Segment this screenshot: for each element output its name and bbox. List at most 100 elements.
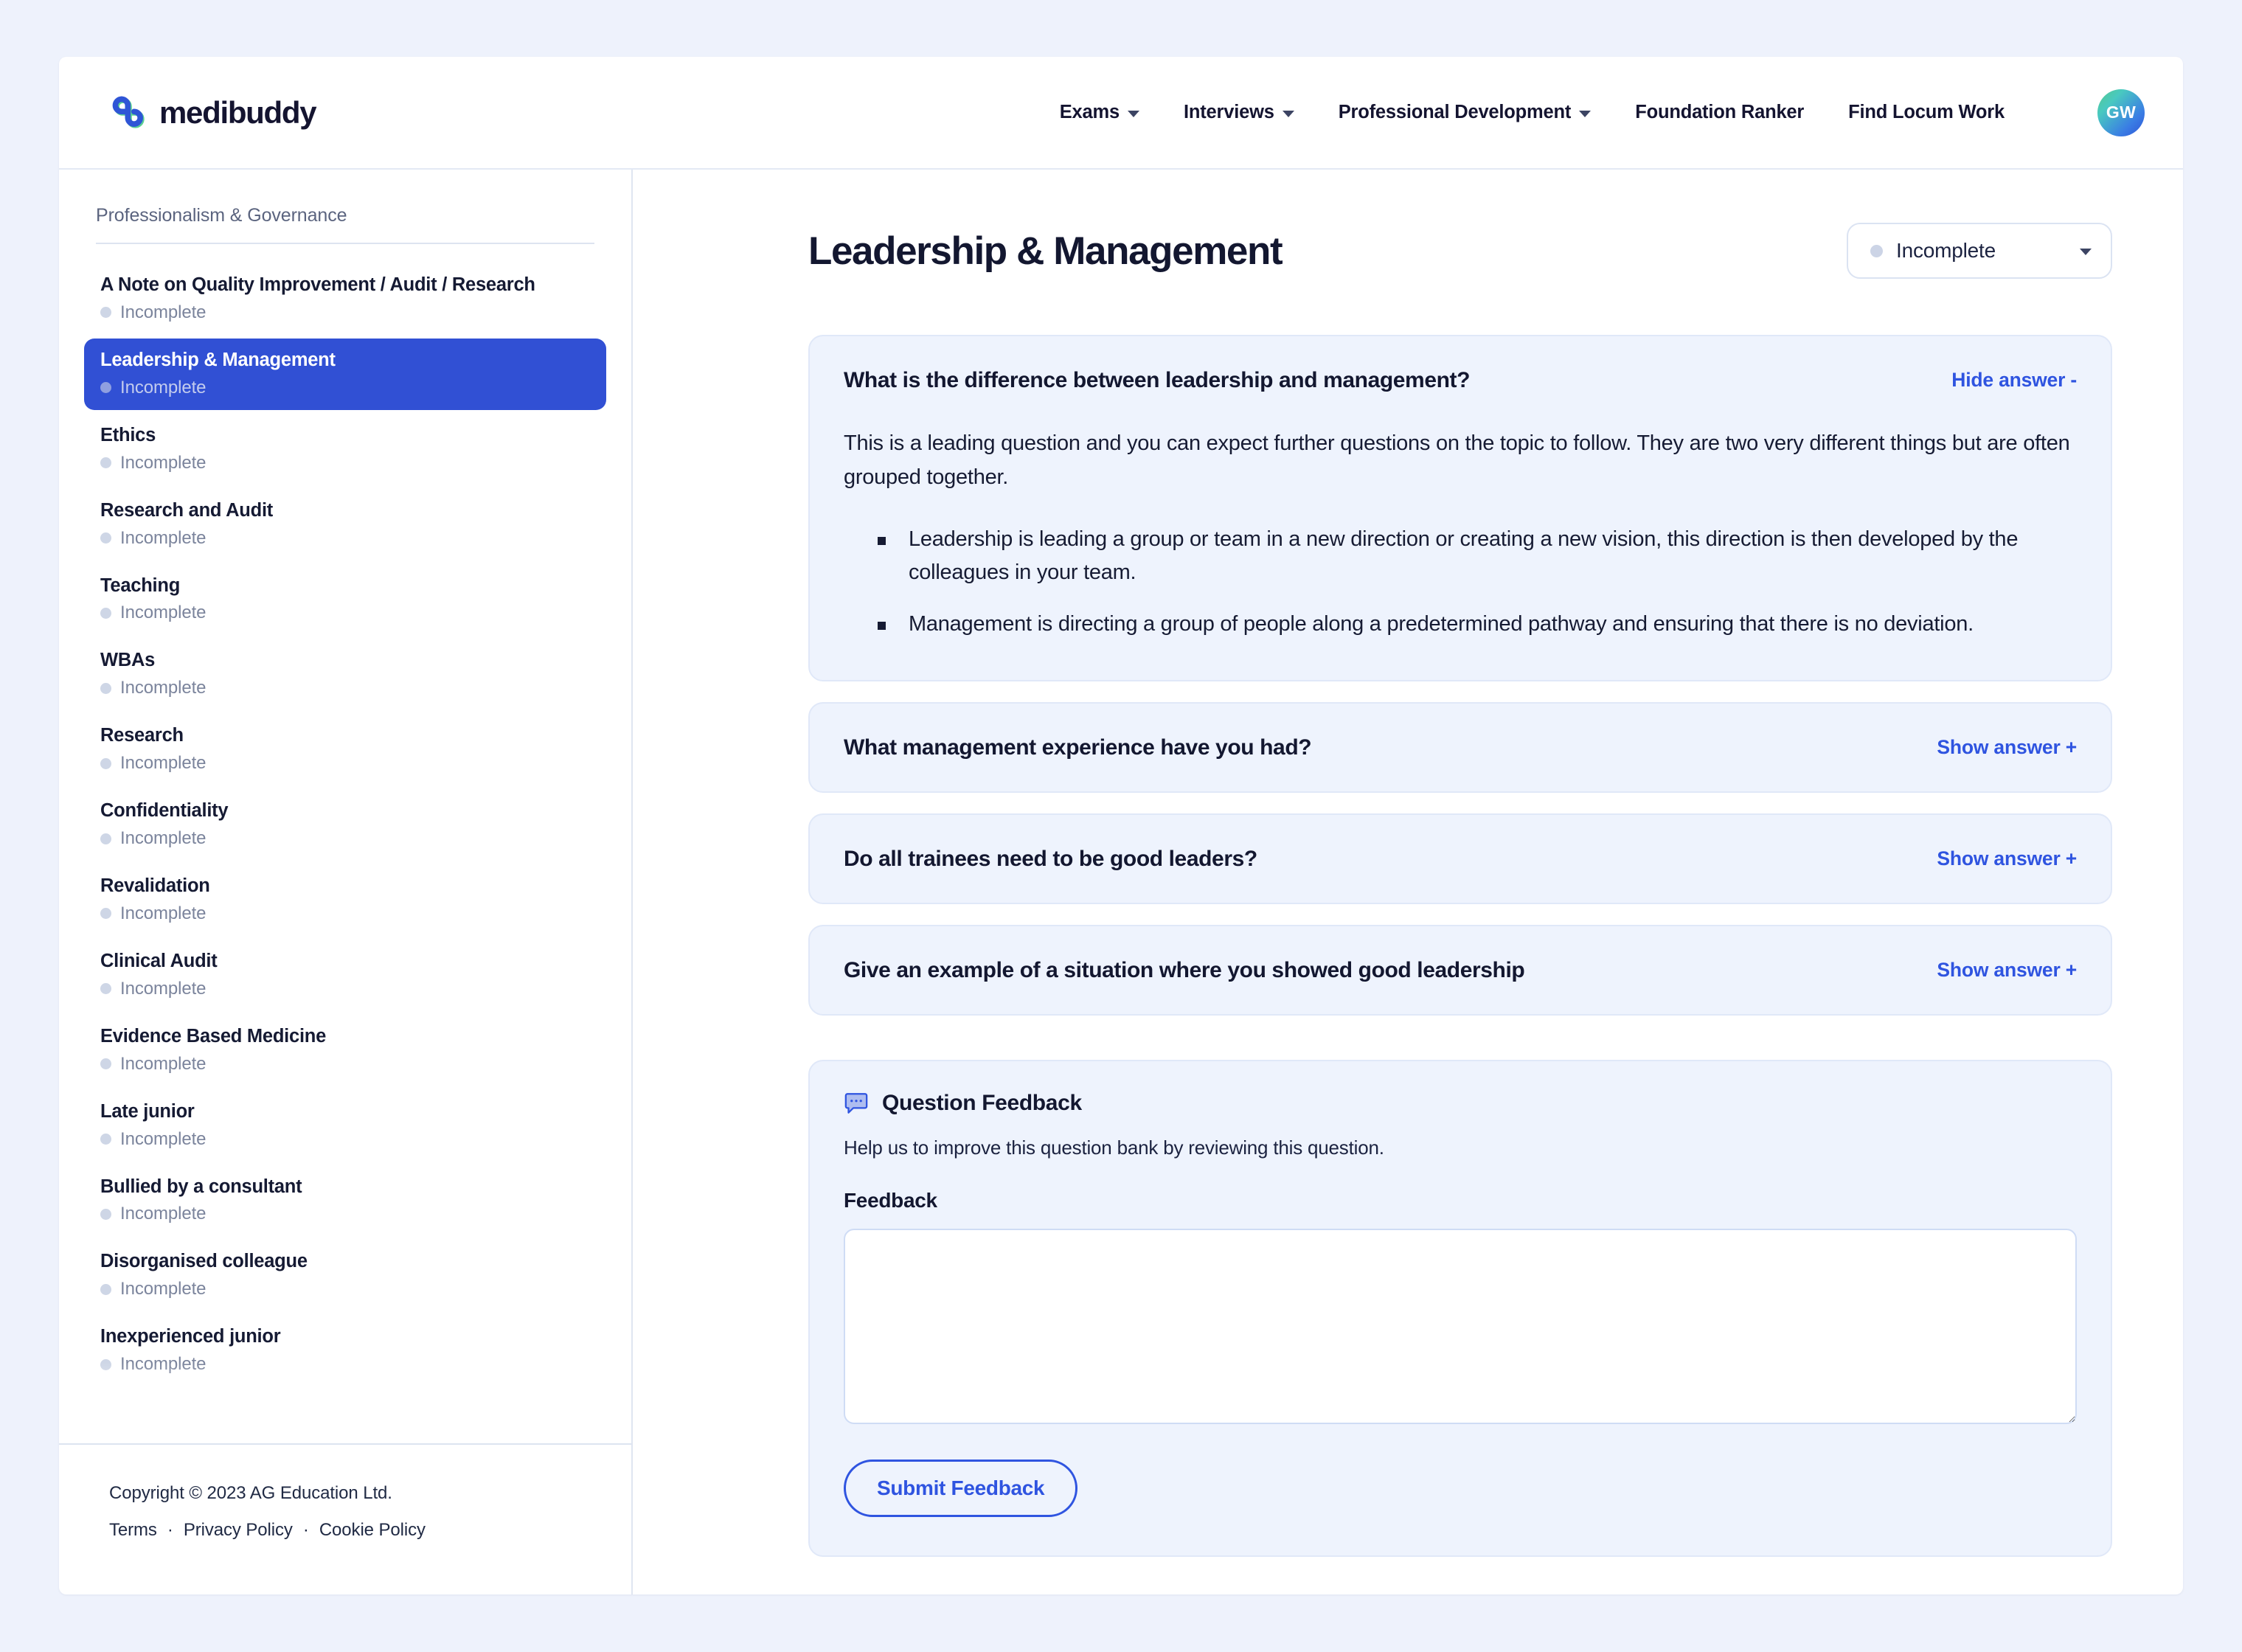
status-dot-icon — [100, 908, 111, 920]
chevron-down-icon — [2080, 249, 2092, 255]
sidebar-item-status: Incomplete — [100, 1129, 590, 1150]
sidebar-item-evidence-based-medicine[interactable]: Evidence Based Medicine Incomplete — [84, 1015, 606, 1086]
nav-label-exams: Exams — [1059, 102, 1120, 122]
sidebar-item-teaching[interactable]: Teaching Incomplete — [84, 564, 606, 636]
answer-bullet-list: Leadership is leading a group or team in… — [844, 523, 2077, 642]
legal-links: Terms · Privacy Policy · Cookie Policy — [109, 1520, 631, 1541]
nav-item-exams[interactable]: Exams — [1060, 102, 1139, 123]
sidebar-item-status: Incomplete — [100, 453, 590, 473]
sidebar-item-leadership-management[interactable]: Leadership & Management Incomplete — [84, 338, 606, 410]
brand-logo[interactable]: medibuddy — [109, 93, 317, 133]
sidebar-item-status-label: Incomplete — [120, 828, 206, 848]
status-dot-icon — [100, 1058, 111, 1070]
answer-paragraph: This is a leading question and you can e… — [844, 431, 2070, 489]
question-card: Give an example of a situation where you… — [808, 925, 2112, 1016]
sidebar-item-label: Late junior — [100, 1100, 195, 1122]
chevron-down-icon — [1579, 110, 1592, 117]
sidebar-item-inexperienced-junior[interactable]: Inexperienced junior Incomplete — [84, 1315, 606, 1386]
sidebar-item-status-label: Incomplete — [120, 753, 206, 774]
avatar[interactable]: GW — [2097, 88, 2145, 136]
sidebar-item-label: Revalidation — [100, 875, 210, 896]
link-cookie-policy[interactable]: Cookie Policy — [319, 1520, 426, 1541]
sidebar-item-label: Evidence Based Medicine — [100, 1025, 327, 1047]
nav-item-find-locum-work[interactable]: Find Locum Work — [1848, 102, 2005, 123]
sidebar-item-label: Clinical Audit — [100, 950, 218, 971]
sidebar-item-status: Incomplete — [100, 678, 590, 698]
submit-feedback-button[interactable]: Submit Feedback — [844, 1460, 1078, 1518]
question-card: What management experience have you had?… — [808, 702, 2112, 794]
nav-item-interviews[interactable]: Interviews — [1184, 102, 1294, 123]
answer-bullet-item: Management is directing a group of peopl… — [878, 608, 2077, 642]
nav-label-find-locum-work: Find Locum Work — [1848, 102, 2005, 122]
nav-item-foundation-ranker[interactable]: Foundation Ranker — [1635, 102, 1804, 123]
sidebar-item-research[interactable]: Research Incomplete — [84, 714, 606, 785]
show-answer-button[interactable]: Show answer + — [1937, 956, 2077, 982]
sidebar-item-status: Incomplete — [100, 753, 590, 774]
status-dot-icon — [100, 1283, 111, 1295]
feedback-textarea[interactable] — [844, 1229, 2077, 1425]
nav-label-interviews: Interviews — [1183, 102, 1274, 122]
sidebar-item-status-label: Incomplete — [120, 678, 206, 698]
sidebar-item-disorganised-colleague[interactable]: Disorganised colleague Incomplete — [84, 1240, 606, 1311]
hide-answer-button[interactable]: Hide answer - — [1951, 366, 2077, 392]
main-content: Leadership & Management Incomplete What … — [633, 170, 2183, 1594]
legal-separator: · — [167, 1520, 173, 1540]
sidebar-item-label: Research and Audit — [100, 499, 274, 521]
sidebar-item-a-note-on-quality-improvement-audit-research[interactable]: A Note on Quality Improvement / Audit / … — [84, 263, 606, 335]
sidebar-item-status-label: Incomplete — [120, 302, 206, 322]
nav-label-foundation-ranker: Foundation Ranker — [1635, 102, 1805, 122]
status-dropdown[interactable]: Incomplete — [1847, 223, 2112, 279]
sidebar-item-status: Incomplete — [100, 1354, 590, 1375]
sidebar-item-clinical-audit[interactable]: Clinical Audit Incomplete — [84, 940, 606, 1011]
sidebar-item-bullied-by-a-consultant[interactable]: Bullied by a consultant Incomplete — [84, 1165, 606, 1237]
show-answer-button[interactable]: Show answer + — [1937, 733, 2077, 759]
sidebar-item-label: Leadership & Management — [100, 349, 336, 370]
main-header-row: Leadership & Management Incomplete — [808, 223, 2112, 279]
question-header: What is the difference between leadershi… — [844, 366, 2077, 395]
chevron-down-icon — [1282, 110, 1294, 117]
sidebar-item-status: Incomplete — [100, 378, 590, 398]
sidebar-item-revalidation[interactable]: Revalidation Incomplete — [84, 864, 606, 936]
main-navigation: Exams Interviews Professional Developmen… — [1060, 88, 2145, 136]
show-answer-button[interactable]: Show answer + — [1937, 844, 2077, 870]
sidebar-item-status: Incomplete — [100, 1204, 590, 1224]
sidebar-item-status-label: Incomplete — [120, 1354, 206, 1375]
sidebar-item-status-label: Incomplete — [120, 527, 206, 548]
sidebar-item-research-and-audit[interactable]: Research and Audit Incomplete — [84, 489, 606, 560]
sidebar-item-status-label: Incomplete — [120, 1204, 206, 1224]
sidebar-item-ethics[interactable]: Ethics Incomplete — [84, 414, 606, 485]
medibuddy-logo-icon — [112, 96, 145, 128]
sidebar-item-status-label: Incomplete — [120, 1279, 206, 1299]
feedback-header: Question Feedback — [844, 1091, 2077, 1116]
status-dot-icon — [100, 833, 111, 844]
sidebar-divider — [96, 243, 594, 244]
sidebar-item-status-label: Incomplete — [120, 978, 206, 999]
answer-bullet-item: Leadership is leading a group or team in… — [878, 523, 2077, 591]
link-privacy-policy[interactable]: Privacy Policy — [184, 1520, 293, 1541]
question-card: What is the difference between leadershi… — [808, 335, 2112, 682]
status-dot-icon — [100, 307, 111, 319]
status-dot-icon — [1870, 244, 1883, 257]
status-dot-icon — [100, 682, 111, 694]
status-dot-icon — [100, 1208, 111, 1220]
copyright-text: Copyright © 2023 AG Education Ltd. — [109, 1483, 392, 1503]
answer-body: This is a leading question and you can e… — [844, 427, 2077, 642]
question-header: Do all trainees need to be good leaders?… — [844, 844, 2077, 873]
status-dropdown-value: Incomplete — [1896, 239, 1996, 262]
sidebar-item-status-label: Incomplete — [120, 1128, 206, 1149]
app-window: medibuddy Exams Interviews Professional … — [59, 57, 2183, 1594]
sidebar-item-wbas[interactable]: WBAs Incomplete — [84, 639, 606, 710]
status-dot-icon — [100, 983, 111, 995]
sidebar-item-confidentiality[interactable]: Confidentiality Incomplete — [84, 789, 606, 861]
link-terms[interactable]: Terms — [109, 1520, 157, 1541]
sidebar-scroll-area[interactable]: Professionalism & Governance A Note on Q… — [59, 170, 631, 1443]
chat-bubble-icon — [844, 1093, 868, 1114]
nav-item-professional-development[interactable]: Professional Development — [1338, 102, 1592, 123]
sidebar-item-label: WBAs — [100, 650, 156, 671]
sidebar-item-late-junior[interactable]: Late junior Incomplete — [84, 1090, 606, 1162]
question-text: What is the difference between leadershi… — [844, 368, 1471, 392]
nav-label-professional-development: Professional Development — [1338, 102, 1572, 122]
sidebar-item-label: Research — [100, 725, 184, 746]
sidebar: Professionalism & Governance A Note on Q… — [59, 170, 633, 1594]
status-dot-icon — [100, 382, 111, 394]
